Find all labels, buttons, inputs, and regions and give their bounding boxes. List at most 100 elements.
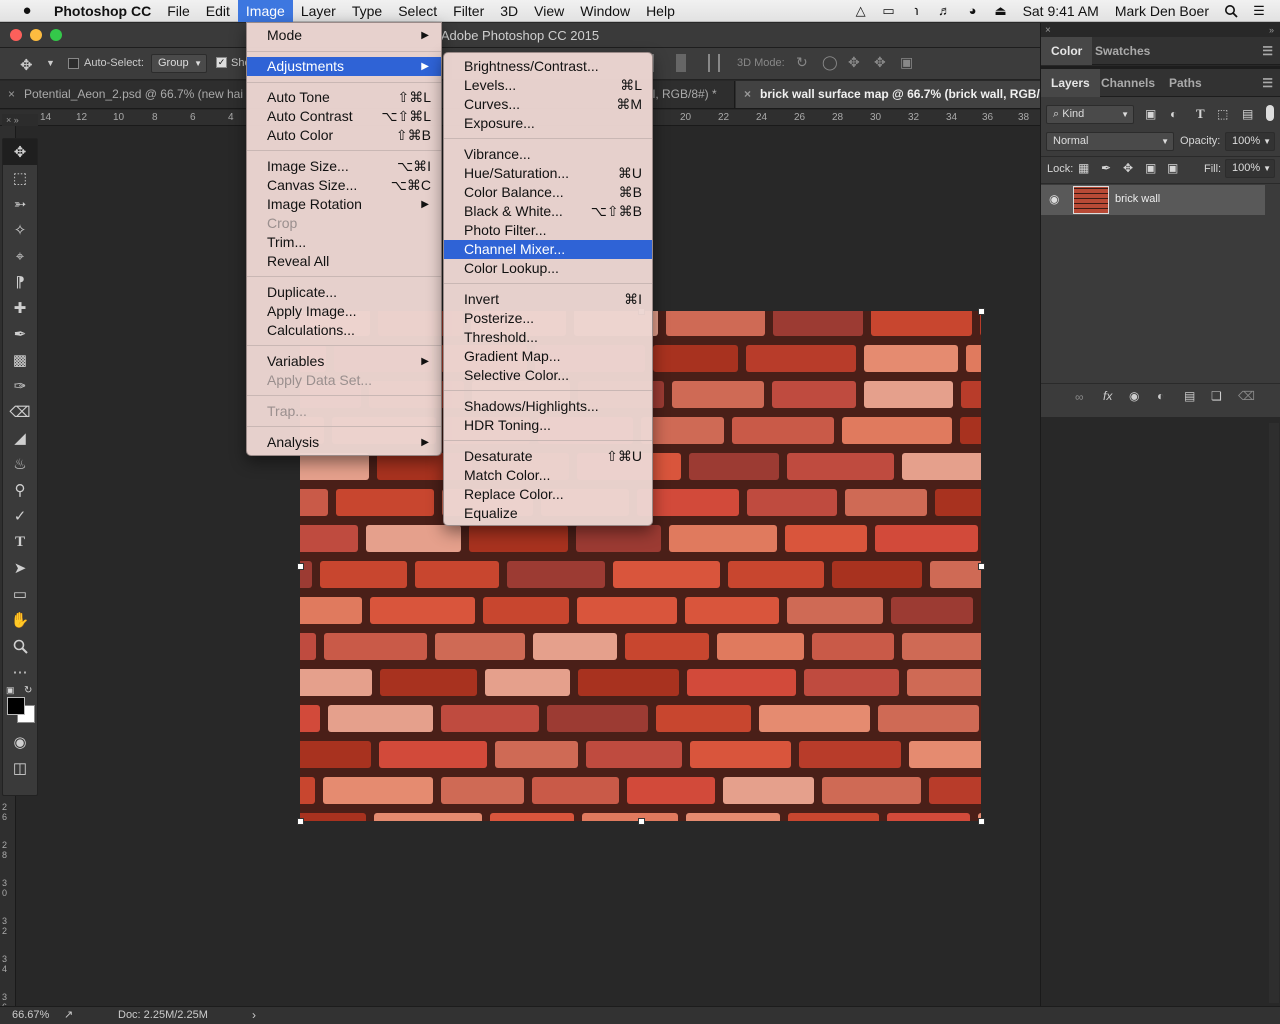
adj-item-black-white[interactable]: Black & White... ⌥⇧⌘B (444, 202, 652, 221)
adj-item-shadows-highlights[interactable]: Shadows/Highlights... (444, 397, 652, 416)
image-menu-item-reveal-all[interactable]: Reveal All (247, 252, 441, 271)
align-icon[interactable] (652, 54, 664, 72)
adj-item-brightness-contrast[interactable]: Brightness/Contrast... (444, 57, 652, 76)
quick-mask-icon[interactable]: ◉ (3, 729, 37, 755)
adj-item-hdr-toning[interactable]: HDR Toning... (444, 416, 652, 435)
eye-visibility-icon[interactable]: ◉ (1049, 192, 1059, 206)
tab-swatches[interactable]: Swatches (1085, 37, 1160, 65)
adj-item-posterize[interactable]: Posterize... (444, 309, 652, 328)
move-tool-icon[interactable]: ✥ (3, 139, 37, 165)
3d-pan-icon[interactable]: ✥ (848, 54, 860, 71)
healing-brush-tool-icon[interactable]: ✚ (3, 295, 37, 321)
image-menu-item-calculations[interactable]: Calculations... (247, 321, 441, 340)
adj-item-hue-saturation[interactable]: Hue/Saturation... ⌘U (444, 164, 652, 183)
fx-icon[interactable]: fx (1103, 389, 1112, 403)
filter-pixel-icon[interactable]: ▣ (1145, 107, 1156, 121)
image-menu-item-variables[interactable]: Variables ▶ (247, 352, 441, 371)
image-menu-item-auto-contrast[interactable]: Auto Contrast ⌥⇧⌘L (247, 107, 441, 126)
volume-icon[interactable]: ♬ (934, 3, 956, 19)
eraser-tool-icon[interactable]: ⌫ (3, 399, 37, 425)
eject-icon[interactable]: ⏏ (990, 3, 1012, 19)
menu-window[interactable]: Window (572, 0, 638, 22)
panel-menu-icon[interactable]: ☰ (1262, 69, 1273, 97)
new-layer-icon[interactable]: ❏ (1211, 389, 1222, 403)
lock-position-icon[interactable]: ✥ (1123, 161, 1133, 175)
image-menu-item-duplicate[interactable]: Duplicate... (247, 283, 441, 302)
trash-icon[interactable]: ⌫ (1238, 389, 1255, 403)
filter-kind-dropdown[interactable]: ⌕ Kind ▼ (1046, 105, 1134, 124)
chevron-down-icon[interactable]: ▼ (46, 58, 55, 68)
filter-adjustment-icon[interactable]: ◐ (1170, 107, 1177, 121)
hand-tool-icon[interactable]: ✋ (3, 607, 37, 633)
transform-handle[interactable] (978, 308, 985, 315)
filter-toggle-switch[interactable] (1266, 105, 1274, 121)
move-tool-preset-icon[interactable]: ✥ (20, 56, 33, 74)
menu-filter[interactable]: Filter (445, 0, 492, 22)
menu-edit[interactable]: Edit (198, 0, 238, 22)
bluetooth-icon[interactable]: ℩ (906, 3, 928, 19)
distribute-icon[interactable] (708, 54, 720, 72)
menubar-user[interactable]: Mark Den Boer (1107, 0, 1217, 22)
layer-name[interactable]: brick wall (1115, 193, 1160, 205)
panel-menu-icon[interactable]: ☰ (1262, 37, 1273, 65)
clone-stamp-tool-icon[interactable]: ▩ (3, 347, 37, 373)
blend-mode-dropdown[interactable]: Normal ▼ (1046, 132, 1174, 151)
auto-select-checkbox[interactable] (68, 58, 79, 69)
adj-item-vibrance[interactable]: Vibrance... (444, 145, 652, 164)
status-menu-arrow-icon[interactable]: › (252, 1008, 256, 1022)
tab-channels[interactable]: Channels (1091, 69, 1165, 97)
menu-file[interactable]: File (159, 0, 198, 22)
zoom-tool-icon[interactable] (3, 633, 37, 659)
blur-tool-icon[interactable]: ♨ (3, 451, 37, 477)
lock-all-icon[interactable]: ▣ (1167, 161, 1178, 175)
adobe-cc-icon[interactable]: △ (850, 3, 872, 19)
paint-bucket-tool-icon[interactable]: ◢ (3, 425, 37, 451)
auto-select-dropdown[interactable]: Group ▼ (151, 54, 207, 73)
menu-app-name[interactable]: Photoshop CC (46, 0, 159, 22)
tab-paths[interactable]: Paths (1159, 69, 1212, 97)
foreground-color-swatch[interactable] (7, 697, 25, 715)
screen-mode-icon[interactable]: ◫ (3, 755, 37, 781)
new-group-icon[interactable]: ▤ (1184, 389, 1195, 403)
path-selection-tool-icon[interactable]: ➤ (3, 555, 37, 581)
menu-select[interactable]: Select (390, 0, 445, 22)
3d-rotate-icon[interactable]: ↻ (796, 54, 808, 71)
adj-item-exposure[interactable]: Exposure... (444, 114, 652, 133)
lock-pixels-icon[interactable]: ✒ (1101, 161, 1111, 175)
adj-item-equalize[interactable]: Equalize (444, 504, 652, 523)
spotlight-search-icon[interactable] (1220, 3, 1242, 19)
dodge-tool-icon[interactable]: ⚲ (3, 477, 37, 503)
image-menu-item-auto-tone[interactable]: Auto Tone ⇧⌘L (247, 88, 441, 107)
image-menu-item-mode[interactable]: Mode ▶ (247, 26, 441, 45)
transform-handle[interactable] (638, 818, 645, 825)
transform-handle[interactable] (978, 818, 985, 825)
show-transform-checkbox[interactable]: ✓ (216, 57, 227, 68)
lock-transparent-icon[interactable]: ▦ (1078, 161, 1089, 175)
menu-3d[interactable]: 3D (492, 0, 526, 22)
type-tool-icon[interactable]: T (3, 529, 37, 555)
close-panel-icon[interactable]: × (1045, 25, 1051, 36)
menu-layer[interactable]: Layer (293, 0, 344, 22)
3d-roll-icon[interactable]: ◯ (822, 54, 838, 71)
transform-handle[interactable] (297, 818, 304, 825)
filter-smart-object-icon[interactable]: ▤ (1242, 107, 1253, 121)
adj-item-threshold[interactable]: Threshold... (444, 328, 652, 347)
add-mask-icon[interactable]: ◉ (1129, 389, 1139, 403)
more-tools-icon[interactable]: ⋯ (3, 659, 37, 685)
adj-item-channel-mixer[interactable]: Channel Mixer... (444, 240, 652, 259)
image-menu-item-trim[interactable]: Trim... (247, 233, 441, 252)
apple-icon[interactable]: ● (12, 2, 42, 19)
transform-handle[interactable] (297, 563, 304, 570)
collapse-panel-icon[interactable]: » (1269, 25, 1274, 35)
history-brush-tool-icon[interactable]: ✑ (3, 373, 37, 399)
menubar-clock[interactable]: Sat 9:41 AM (1015, 0, 1107, 22)
adj-item-color-balance[interactable]: Color Balance... ⌘B (444, 183, 652, 202)
doc-tab-brick-wall[interactable]: × brick wall surface map @ 66.7% (brick … (736, 81, 1040, 108)
link-layers-icon[interactable]: ∞ (1075, 390, 1084, 404)
close-tab-icon[interactable]: × (8, 81, 15, 108)
magic-wand-tool-icon[interactable]: ✧ (3, 217, 37, 243)
image-menu-item-adjustments[interactable]: Adjustments ▶ (247, 57, 441, 76)
brush-tool-icon[interactable]: ✒ (3, 321, 37, 347)
menu-image[interactable]: Image (237, 0, 293, 22)
filter-type-icon[interactable]: T (1196, 106, 1205, 122)
